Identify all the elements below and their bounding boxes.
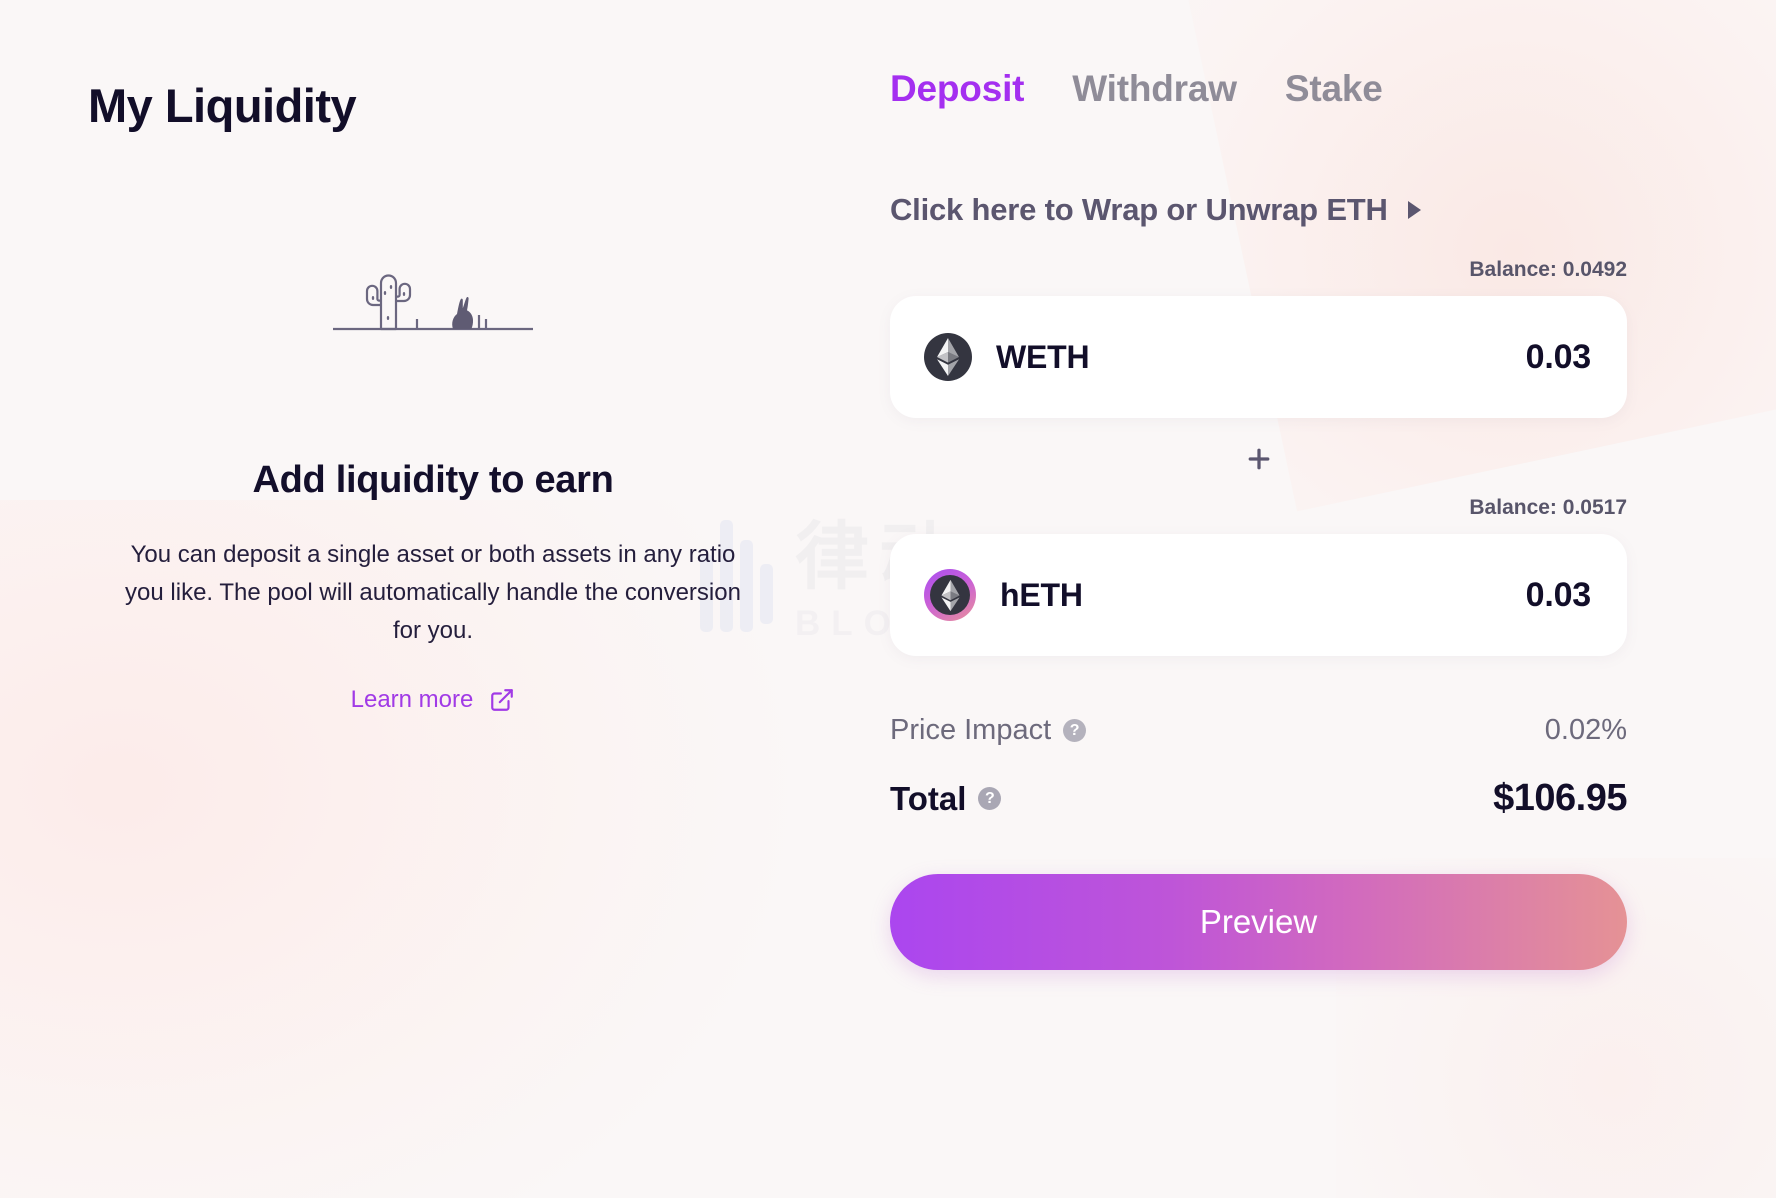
weth-balance-label: Balance: 0.0492 <box>1469 258 1627 281</box>
price-impact-help-icon[interactable]: ? <box>1063 719 1087 742</box>
price-impact-label: Price Impact <box>890 714 1052 746</box>
tab-stake[interactable]: Stake <box>1285 68 1383 110</box>
price-impact-value: 0.02% <box>1544 714 1627 746</box>
price-impact-row: Price Impact ? 0.02% <box>890 714 1627 747</box>
heth-balance-label: Balance: 0.0517 <box>1469 496 1627 519</box>
my-liquidity-panel: My Liquidity Add liquidity to earn You c… <box>0 0 890 1198</box>
learn-more-label: Learn more <box>350 685 474 713</box>
tab-withdraw[interactable]: Withdraw <box>1072 68 1237 110</box>
weth-token-input-card[interactable]: WETH 0.03 <box>890 296 1627 418</box>
wrap-unwrap-label: Click here to Wrap or Unwrap ETH <box>890 192 1388 227</box>
total-help-icon[interactable]: ? <box>978 787 1002 810</box>
external-link-icon <box>489 687 515 713</box>
heth-ethereum-icon <box>924 569 976 621</box>
plus-icon <box>1244 444 1274 474</box>
ethereum-icon <box>924 333 972 381</box>
heth-amount-input[interactable]: 0.03 <box>1526 576 1592 615</box>
caret-right-icon <box>1407 201 1421 219</box>
weth-token-symbol: WETH <box>996 338 1090 375</box>
weth-amount-input[interactable]: 0.03 <box>1526 338 1592 377</box>
total-value: $106.95 <box>1493 777 1627 819</box>
tab-deposit[interactable]: Deposit <box>890 68 1024 110</box>
heth-token-symbol: hETH <box>1000 576 1083 613</box>
empty-state-description: You can deposit a single asset or both a… <box>125 541 741 644</box>
page-title: My Liquidity <box>88 79 357 132</box>
learn-more-link[interactable]: Learn more <box>351 686 516 714</box>
transaction-summary: Price Impact ? 0.02% Total ? $106.95 <box>890 714 1627 820</box>
total-row: Total ? $106.95 <box>890 777 1627 820</box>
token-separator <box>890 444 1627 474</box>
wrap-unwrap-eth-link[interactable]: Click here to Wrap or Unwrap ETH <box>890 192 1776 228</box>
empty-state-heading: Add liquidity to earn <box>252 459 614 501</box>
heth-token-input-card[interactable]: hETH 0.03 <box>890 534 1627 656</box>
desert-cactus-rabbit-icon <box>88 253 778 341</box>
liquidity-page: My Liquidity Add liquidity to earn You c… <box>0 0 1776 1198</box>
deposit-panel: Deposit Withdraw Stake Click here to Wra… <box>890 0 1776 1198</box>
panel-tabs: Deposit Withdraw Stake <box>890 68 1776 110</box>
empty-state: Add liquidity to earn You can deposit a … <box>88 253 778 714</box>
total-label: Total <box>890 779 967 817</box>
preview-button[interactable]: Preview <box>890 874 1627 970</box>
